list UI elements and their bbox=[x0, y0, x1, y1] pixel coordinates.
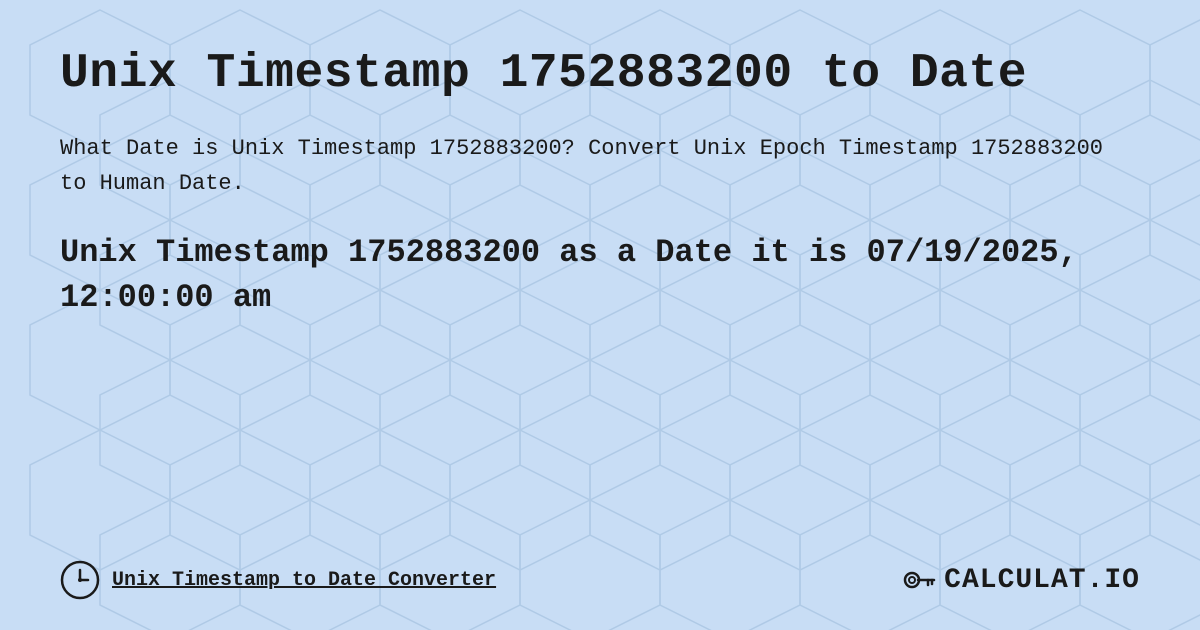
logo-text: CALCULAT.IO bbox=[944, 565, 1140, 596]
logo-area: CALCULAT.IO bbox=[900, 562, 1140, 598]
logo-icon bbox=[900, 562, 936, 598]
result-text: Unix Timestamp 1752883200 as a Date it i… bbox=[60, 231, 1140, 321]
footer: Unix Timestamp to Date Converter CALCULA… bbox=[60, 540, 1140, 600]
page-description: What Date is Unix Timestamp 1752883200? … bbox=[60, 131, 1140, 201]
result-section: Unix Timestamp 1752883200 as a Date it i… bbox=[60, 231, 1140, 321]
footer-link-text[interactable]: Unix Timestamp to Date Converter bbox=[112, 569, 496, 592]
clock-icon bbox=[60, 560, 100, 600]
page-title: Unix Timestamp 1752883200 to Date bbox=[60, 48, 1140, 101]
main-section: Unix Timestamp 1752883200 to Date What D… bbox=[60, 48, 1140, 321]
footer-left[interactable]: Unix Timestamp to Date Converter bbox=[60, 560, 496, 600]
